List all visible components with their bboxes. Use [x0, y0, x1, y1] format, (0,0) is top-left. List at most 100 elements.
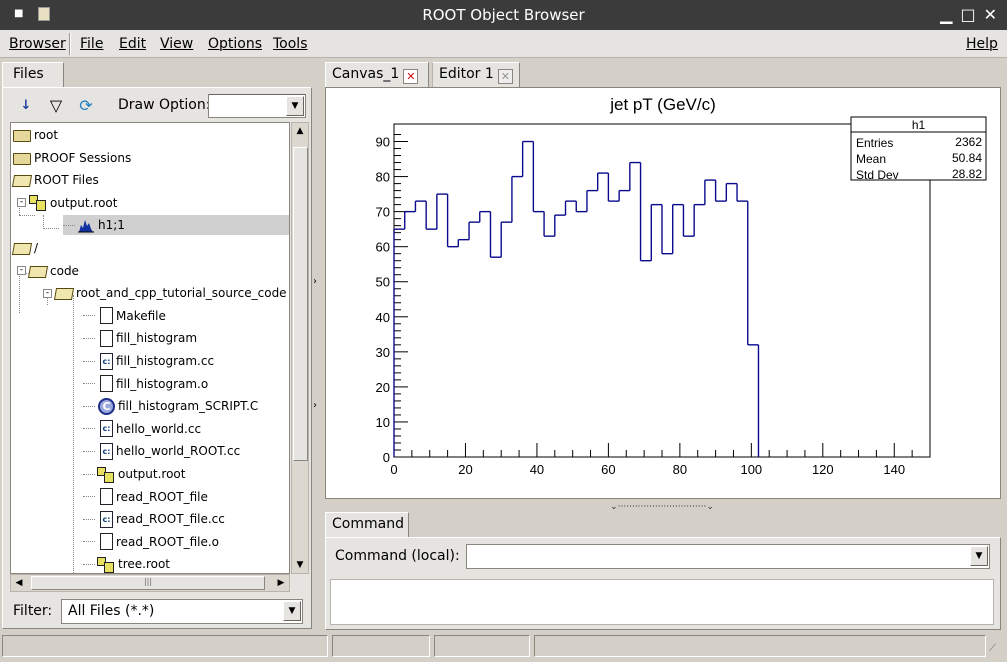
tree-node[interactable]: Makefile: [83, 306, 166, 326]
menu-tools[interactable]: Tools: [273, 36, 308, 52]
tab-editor[interactable]: Editor 1 ✕: [432, 62, 520, 88]
tree-expander-icon[interactable]: -: [43, 288, 52, 298]
tree-node-label: fill_histogram: [116, 331, 198, 346]
splitter-arrow-icon[interactable]: ›: [313, 276, 317, 287]
splitter-arrow-icon[interactable]: ›: [313, 400, 317, 411]
tree-node-label: fill_histogram.o: [116, 376, 209, 391]
tree-node[interactable]: h1;1: [63, 215, 289, 236]
chevron-down-icon[interactable]: ▼: [970, 546, 988, 566]
menu-file[interactable]: File: [80, 36, 103, 52]
tree-horizontal-scrollbar[interactable]: ◀ ||| ▶: [10, 574, 290, 592]
tree-guide-line: [83, 563, 95, 565]
vertical-splitter[interactable]: › ›: [313, 62, 321, 630]
command-output[interactable]: [330, 579, 994, 625]
horizontal-splitter[interactable]: ⌄·······························⌄: [592, 502, 732, 512]
tree-node[interactable]: c: read_ROOT_file.cc: [83, 509, 225, 529]
tab-canvas[interactable]: Canvas_1 ✕: [325, 62, 429, 88]
filter-select[interactable]: All Files (*.*) ▼: [61, 599, 303, 624]
open-folder-icon: [11, 175, 33, 188]
tree-node[interactable]: c: hello_world.cc: [83, 419, 201, 439]
draw-option-select[interactable]: ▼: [208, 94, 306, 118]
open-folder-icon: [53, 288, 75, 301]
histogram-plot[interactable]: jet pT (GeV/c) 0 10 20 30 40 50 60 70 80 90 0 20 40 60…: [326, 88, 1000, 498]
tree-guide-line: [83, 518, 95, 520]
tree-node[interactable]: - output.root: [17, 193, 117, 213]
filter-label: Filter:: [13, 603, 53, 619]
chevron-down-icon[interactable]: ▼: [283, 601, 301, 621]
stats-label: Mean: [856, 152, 886, 166]
close-tab-icon[interactable]: ✕: [403, 69, 419, 84]
tree-node[interactable]: fill_histogram: [83, 328, 197, 348]
menu-bar: Browser File Edit View Options Tools Hel…: [0, 30, 1007, 58]
close-tab-icon[interactable]: ✕: [497, 69, 513, 84]
tree-node[interactable]: Cfill_histogram_SCRIPT.C: [83, 396, 258, 416]
scroll-up-icon[interactable]: ▲: [292, 123, 308, 139]
tree-expander-icon[interactable]: -: [17, 266, 26, 276]
tree-node[interactable]: c: fill_histogram.cc: [83, 351, 214, 371]
tree-node-label: read_ROOT_file: [116, 489, 208, 504]
menu-view[interactable]: View: [160, 36, 193, 52]
stats-value: 50.84: [952, 151, 982, 165]
command-panel: Command (local): ▼: [325, 537, 1001, 630]
status-cell: [2, 635, 328, 657]
stats-name: h1: [912, 118, 926, 132]
menu-help[interactable]: Help: [966, 36, 998, 52]
tree-node-label: PROOF Sessions: [34, 150, 132, 165]
c-source-icon: c:: [100, 442, 113, 460]
tree-horizontal-thumb[interactable]: |||: [31, 576, 265, 590]
close-icon[interactable]: ✕: [984, 5, 997, 24]
chevron-down-icon[interactable]: ▼: [286, 96, 304, 116]
file-icon: [100, 329, 113, 347]
tree-guide-line: [19, 215, 35, 216]
root-canvas[interactable]: jet pT (GeV/c) 0 10 20 30 40 50 60 70 80 90 0 20 40 60…: [325, 87, 1001, 499]
tree-node[interactable]: read_ROOT_file: [83, 487, 208, 507]
file-browser-panel: ↓ ▽ ⟳ Draw Option: ▼ root PROOF Sessions R…: [2, 87, 312, 629]
filter-icon[interactable]: ▽: [45, 95, 67, 117]
x-tick-label: 140: [883, 462, 905, 477]
command-input[interactable]: ▼: [466, 544, 990, 569]
menu-edit[interactable]: Edit: [119, 36, 146, 52]
sort-icon[interactable]: ↓: [15, 95, 37, 117]
root-file-icon: [97, 466, 115, 483]
tree-node[interactable]: PROOF Sessions: [13, 148, 131, 168]
tree-node-label: root: [34, 128, 59, 142]
tree-node[interactable]: output.root: [83, 464, 185, 484]
status-cell: [534, 635, 986, 657]
scroll-down-icon[interactable]: ▼: [292, 557, 308, 573]
tree-node-label: ROOT Files: [34, 173, 99, 188]
tree-node-label: read_ROOT_file.o: [116, 534, 220, 549]
resize-grip-icon[interactable]: ⟋: [989, 643, 1005, 659]
tree-vertical-thumb[interactable]: [293, 147, 308, 461]
tree-node[interactable]: /: [11, 238, 38, 258]
tab-editor-label: Editor 1: [439, 66, 494, 82]
tree-node[interactable]: - code: [17, 261, 79, 281]
tree-node[interactable]: fill_histogram.o: [83, 374, 208, 394]
y-tick-label: 60: [376, 240, 390, 255]
draw-option-label: Draw Option:: [118, 97, 211, 113]
y-tick-label: 90: [376, 135, 390, 150]
y-tick-label: 30: [376, 345, 390, 360]
maximize-icon[interactable]: □: [960, 5, 975, 24]
tree-node[interactable]: - root_and_cpp_tutorial_source_code: [43, 283, 287, 303]
tree-vertical-scrollbar[interactable]: ▲ ▼: [291, 122, 309, 574]
scroll-left-icon[interactable]: ◀: [11, 575, 27, 591]
scroll-right-icon[interactable]: ▶: [273, 575, 289, 591]
menu-options[interactable]: Options: [208, 36, 262, 52]
refresh-icon[interactable]: ⟳: [75, 95, 97, 117]
tab-files[interactable]: Files: [2, 62, 64, 88]
tree-guide-line: [83, 360, 95, 362]
minimize-icon[interactable]: ▁: [940, 5, 952, 24]
title-bar: ■ ROOT Object Browser ▁ □ ✕: [0, 0, 1007, 30]
y-tick-label: 50: [376, 275, 390, 290]
tree-node[interactable]: tree.root: [83, 554, 170, 573]
tree-node[interactable]: root: [13, 125, 58, 145]
tree-guide-line: [83, 337, 95, 339]
menu-browser[interactable]: Browser: [9, 36, 66, 52]
tree-node-label: output.root: [118, 467, 186, 481]
tree-node[interactable]: ROOT Files: [11, 170, 99, 190]
menu-separator: [69, 33, 71, 55]
tree-expander-icon[interactable]: -: [17, 198, 26, 208]
tree-node[interactable]: read_ROOT_file.o: [83, 532, 219, 552]
tree-node[interactable]: c: hello_world_ROOT.cc: [83, 441, 240, 461]
tab-command[interactable]: Command: [325, 512, 409, 538]
